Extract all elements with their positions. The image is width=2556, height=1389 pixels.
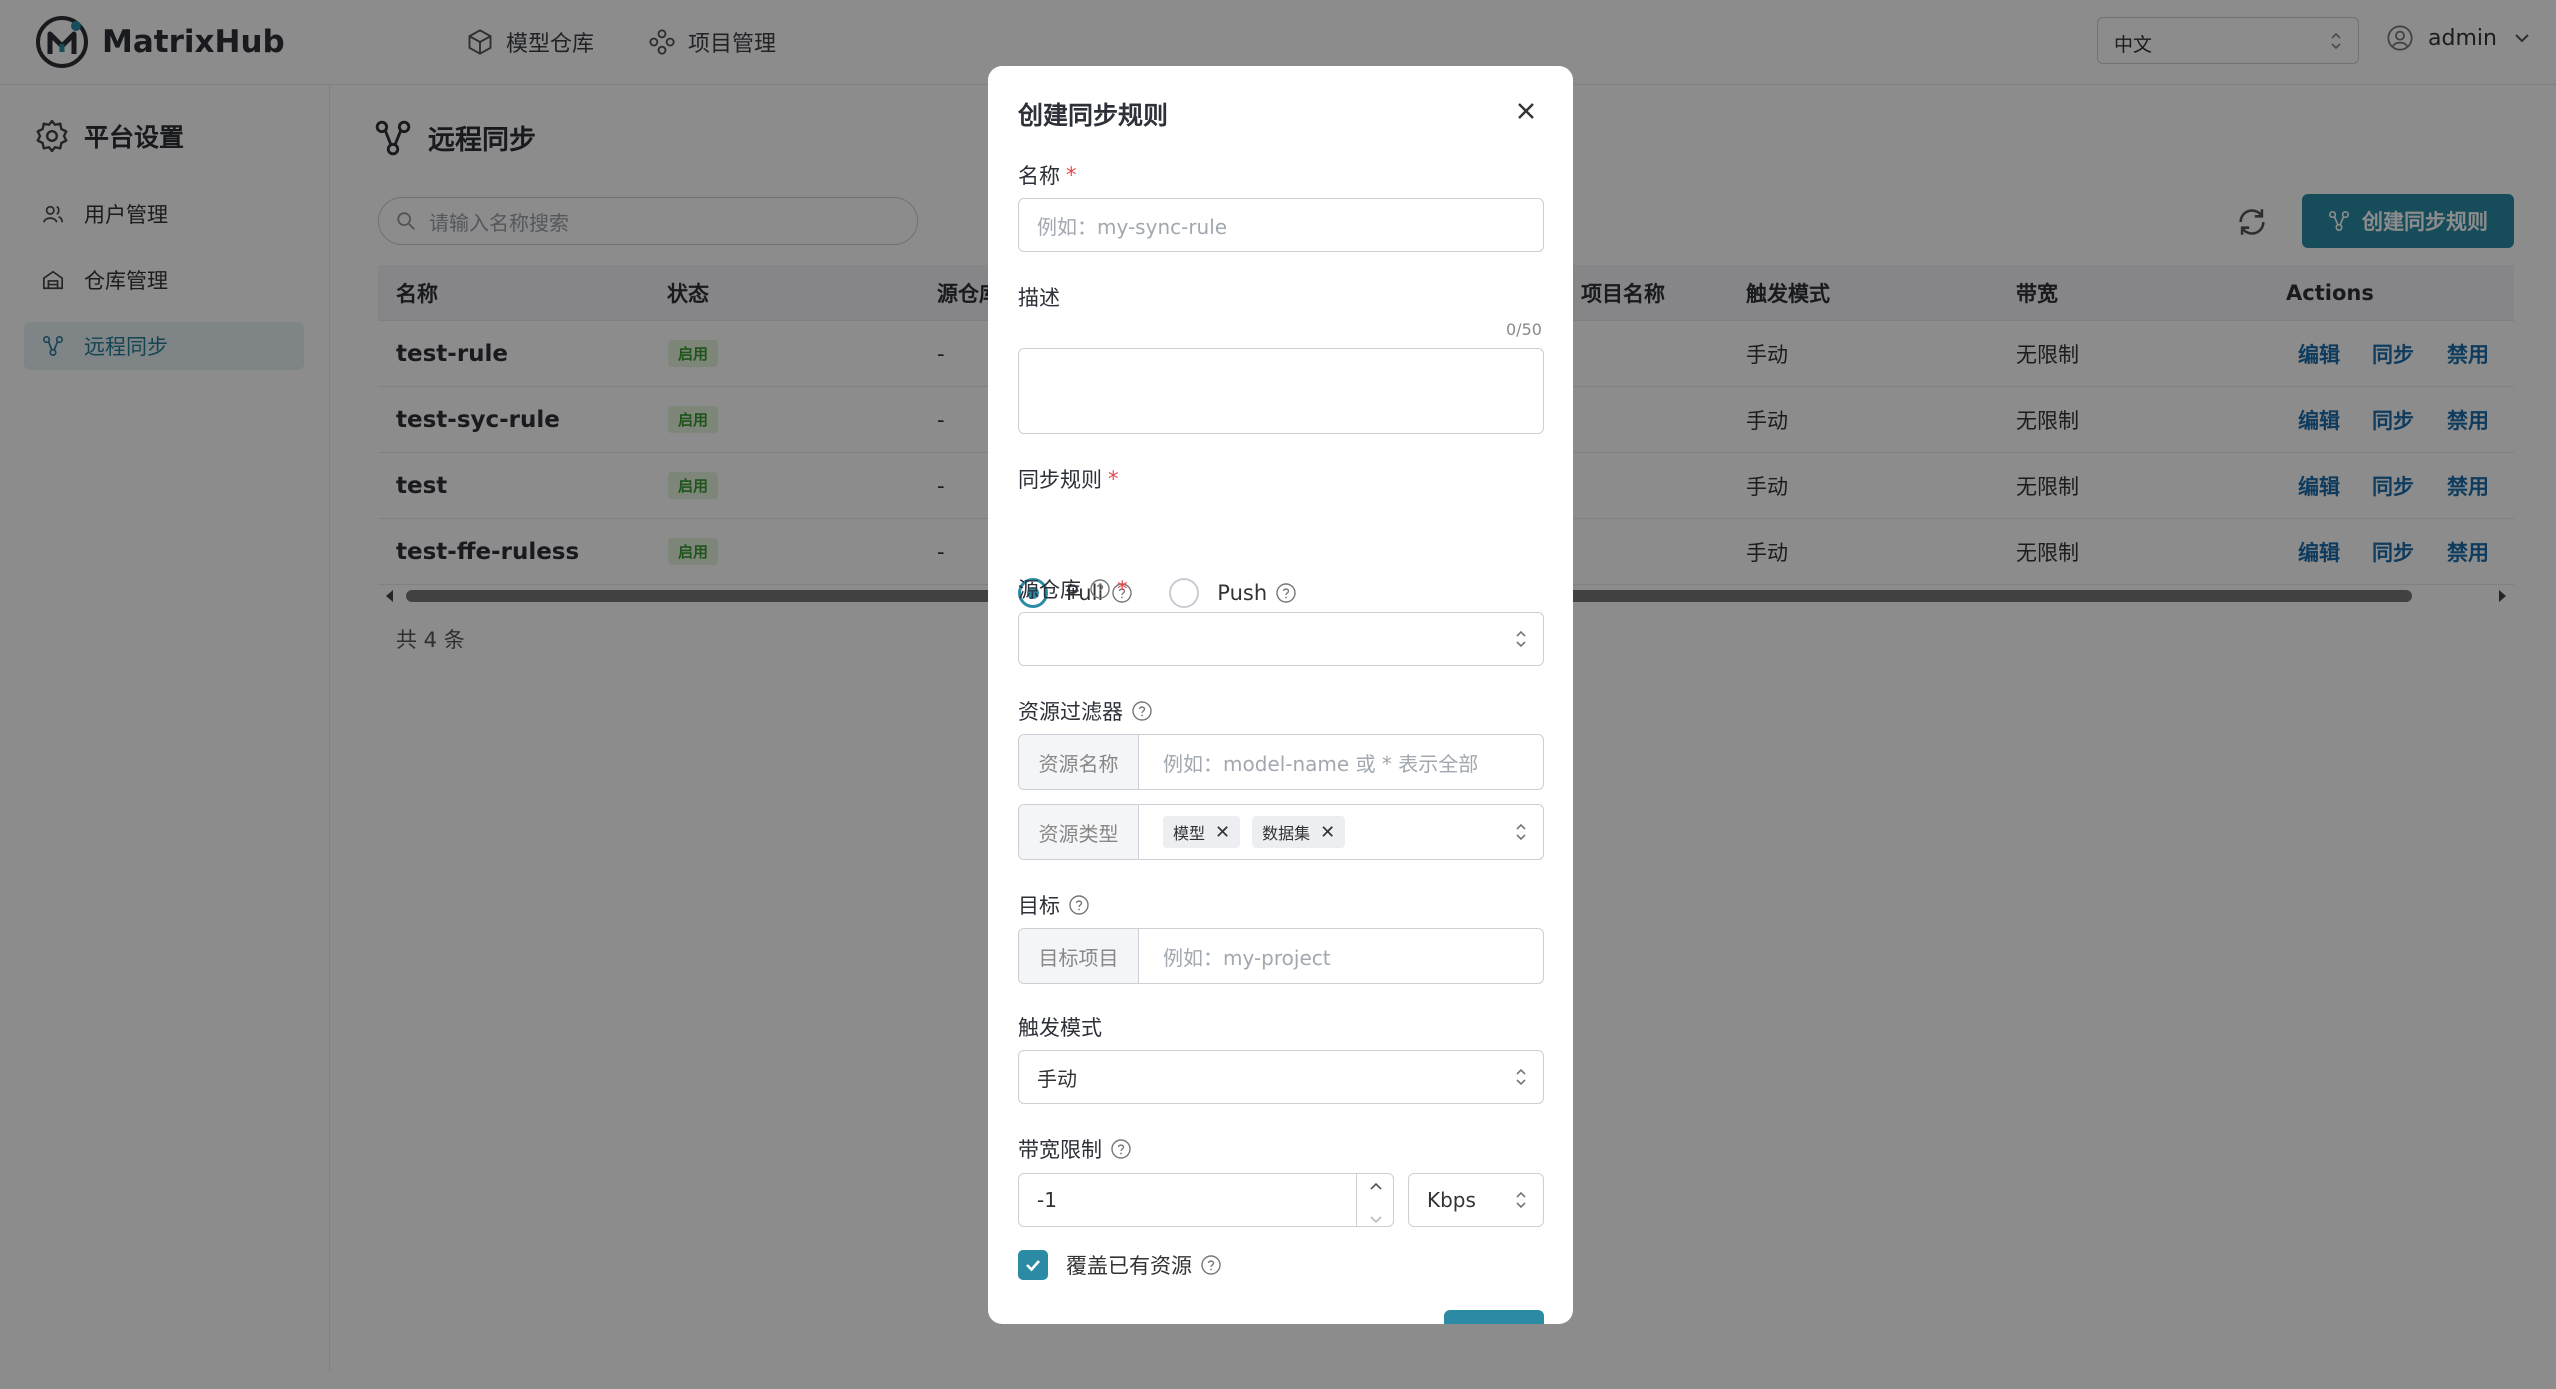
target-label-text: 目标 <box>1018 894 1060 918</box>
description-label-text: 描述 <box>1018 286 1060 310</box>
overwrite-checkbox[interactable] <box>1018 1250 1048 1280</box>
trigger-mode-label-text: 触发模式 <box>1018 1016 1102 1040</box>
decrement-icon[interactable] <box>1357 1206 1395 1233</box>
name-input[interactable]: 例如：my-sync-rule <box>1018 198 1544 252</box>
submit-button[interactable] <box>1444 1310 1544 1324</box>
resource-type-prefix: 资源类型 <box>1019 805 1139 859</box>
resource-name-prefix: 资源名称 <box>1019 735 1139 789</box>
sync-rule-label: 同步规则 * <box>1018 464 1119 494</box>
resource-type-field: 资源类型 模型 ✕ 数据集 ✕ <box>1018 804 1544 860</box>
bandwidth-unit-value: Kbps <box>1427 1188 1476 1212</box>
required-mark: * <box>1066 163 1077 187</box>
increment-icon[interactable] <box>1357 1173 1395 1200</box>
name-placeholder: 例如：my-sync-rule <box>1037 214 1228 239</box>
create-sync-rule-dialog: 创建同步规则 名称 * 例如：my-sync-rule 描述 0/50 同步规则 *… <box>988 66 1573 1324</box>
help-icon[interactable] <box>1110 1138 1132 1160</box>
resource-name-field: 资源名称 例如：model-name 或 * 表示全部 <box>1018 734 1544 790</box>
trigger-mode-label: 触发模式 <box>1018 1012 1102 1042</box>
close-icon[interactable] <box>1511 96 1541 126</box>
overwrite-option: 覆盖已有资源 <box>1018 1250 1222 1280</box>
source-repo-label-text: 源仓库 <box>1018 578 1081 602</box>
tag-label: 数据集 <box>1262 824 1311 843</box>
target-project-input[interactable]: 例如：my-project <box>1139 929 1543 983</box>
help-icon[interactable] <box>1089 578 1111 600</box>
help-icon[interactable] <box>1200 1254 1222 1276</box>
bandwidth-number-input[interactable]: -1 <box>1018 1173 1394 1227</box>
resource-filter-label-text: 资源过滤器 <box>1018 700 1123 724</box>
help-icon[interactable] <box>1068 894 1090 916</box>
bandwidth-limit-label-text: 带宽限制 <box>1018 1138 1102 1162</box>
required-mark: * <box>1117 577 1128 601</box>
resource-filter-label: 资源过滤器 <box>1018 696 1153 726</box>
overwrite-label[interactable]: 覆盖已有资源 <box>1066 1250 1192 1280</box>
target-project-field: 目标项目 例如：my-project <box>1018 928 1544 984</box>
tag-dataset: 数据集 ✕ <box>1252 816 1346 848</box>
help-icon[interactable] <box>1275 582 1297 604</box>
bandwidth-value: -1 <box>1037 1188 1057 1212</box>
tag-label: 模型 <box>1173 824 1206 843</box>
name-label-text: 名称 <box>1018 164 1060 188</box>
tag-remove-icon[interactable]: ✕ <box>1320 822 1335 843</box>
description-textarea[interactable] <box>1018 348 1544 434</box>
target-label: 目标 <box>1018 890 1090 920</box>
radio-push[interactable] <box>1169 578 1200 608</box>
resource-name-input[interactable]: 例如：model-name 或 * 表示全部 <box>1139 735 1543 789</box>
required-mark: * <box>1108 467 1119 491</box>
resource-name-placeholder: 例如：model-name 或 * 表示全部 <box>1163 751 1479 776</box>
radio-push-label[interactable]: Push <box>1217 581 1267 605</box>
trigger-mode-value: 手动 <box>1037 1066 1077 1091</box>
number-stepper <box>1356 1173 1394 1227</box>
source-repo-label: 源仓库 * <box>1018 574 1128 604</box>
bandwidth-limit-label: 带宽限制 <box>1018 1134 1132 1164</box>
description-label: 描述 <box>1018 282 1060 312</box>
name-label: 名称 * <box>1018 160 1077 190</box>
chevron-updown-icon <box>1516 823 1526 841</box>
help-icon[interactable] <box>1131 700 1153 722</box>
check-icon <box>1026 1260 1040 1272</box>
target-project-placeholder: 例如：my-project <box>1163 945 1331 970</box>
resource-type-select[interactable]: 模型 ✕ 数据集 ✕ <box>1139 805 1543 859</box>
trigger-mode-select[interactable]: 手动 <box>1018 1050 1544 1104</box>
tag-model: 模型 ✕ <box>1163 816 1241 848</box>
description-counter: 0/50 <box>1506 320 1542 339</box>
chevron-updown-icon <box>1516 630 1526 648</box>
sync-rule-label-text: 同步规则 <box>1018 468 1102 492</box>
target-project-prefix: 目标项目 <box>1019 929 1139 983</box>
tag-remove-icon[interactable]: ✕ <box>1215 822 1230 843</box>
bandwidth-unit-select[interactable]: Kbps <box>1408 1173 1544 1227</box>
source-repo-select[interactable] <box>1018 612 1544 666</box>
dialog-title: 创建同步规则 <box>1018 101 1169 130</box>
chevron-updown-icon <box>1516 1191 1526 1209</box>
chevron-updown-icon <box>1516 1068 1526 1086</box>
